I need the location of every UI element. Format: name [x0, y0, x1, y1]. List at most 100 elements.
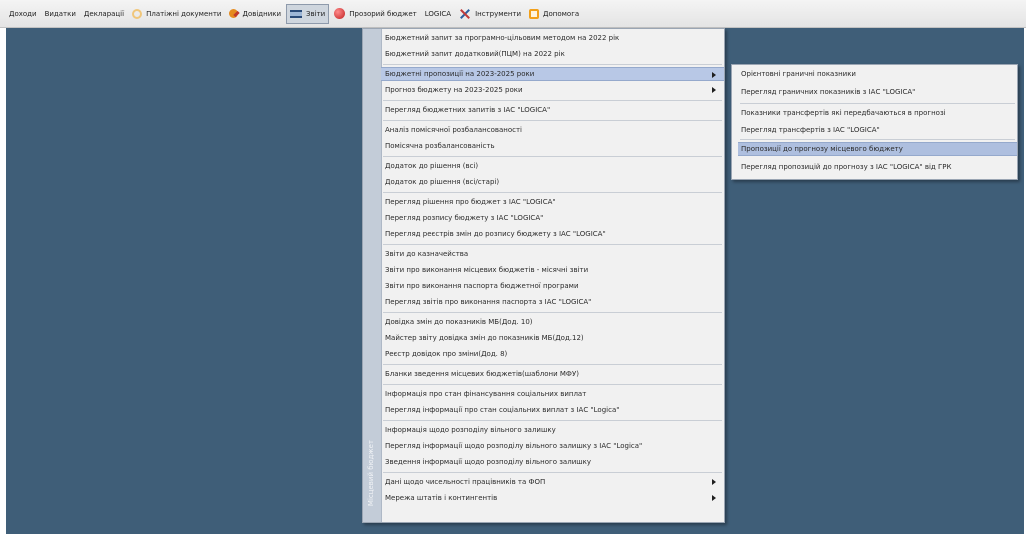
- menu-item-label: Майстер звіту довідка змін до показників…: [385, 334, 584, 342]
- menu-item-label: Звіти про виконання місцевих бюджетів - …: [385, 266, 589, 274]
- menu-item[interactable]: Дані щодо чисельності працівників та ФОП: [381, 475, 724, 489]
- menu-item-label: Перегляд інформації про стан соціальних …: [385, 406, 620, 414]
- menu-separator: [740, 139, 1015, 140]
- menu-item[interactable]: Звіти про виконання паспорта бюджетної п…: [381, 279, 724, 293]
- tools-icon: [459, 8, 471, 20]
- menu-item[interactable]: Реєстр довідок про зміни(Дод. 8): [381, 347, 724, 361]
- menu-expenses-label: Видатки: [44, 9, 76, 18]
- menu-tools[interactable]: Інструменти: [456, 4, 524, 24]
- menu-directories-label: Довідники: [242, 9, 282, 18]
- menu-item[interactable]: Помісячна розбалансованість: [381, 139, 724, 153]
- menu-separator: [383, 364, 722, 365]
- menu-item-label: Інформація щодо розподілу вільного залиш…: [385, 426, 556, 434]
- menu-separator: [383, 100, 722, 101]
- menu-declarations[interactable]: Декларації: [81, 4, 127, 24]
- menu-item[interactable]: Бюджетний запит за програмно-цільовим ме…: [381, 31, 724, 45]
- reports-dropdown-menu: Місцевий бюджет Бюджетний запит за прогр…: [362, 28, 725, 523]
- menu-separator: [383, 120, 722, 121]
- menu-item[interactable]: Додаток до рішення (всі): [381, 159, 724, 173]
- submenu-item-label: Пропозиції до прогнозу місцевого бюджету: [741, 145, 903, 153]
- menu-item[interactable]: Інформація про стан фінансування соціаль…: [381, 387, 724, 401]
- menu-item-budget-proposals[interactable]: Бюджетні пропозиції на 2023-2025 роки: [381, 67, 724, 81]
- menu-logica[interactable]: LOGICA: [422, 4, 454, 24]
- menu-help-label: Допомога: [543, 9, 580, 18]
- submenu-arrow-icon: [712, 72, 716, 78]
- menu-item[interactable]: Довідка змін до показників МБ(Дод. 10): [381, 315, 724, 329]
- submenu-item[interactable]: Перегляд трансфертів з ІАС "LOGICA": [738, 123, 1017, 137]
- menu-bar: Доходи Видатки Декларації Платіжні докум…: [0, 0, 1026, 28]
- menu-item-label: Прогноз бюджету на 2023-2025 роки: [385, 86, 523, 94]
- menu-item[interactable]: Бланки зведення місцевих бюджетів(шаблон…: [381, 367, 724, 381]
- menu-separator: [383, 472, 722, 473]
- menu-item[interactable]: Перегляд бюджетних запитів з ІАС "LOGICA…: [381, 103, 724, 117]
- report-icon: [290, 9, 303, 18]
- menu-separator: [383, 244, 722, 245]
- submenu-item[interactable]: Показники трансфертів які передбачаються…: [738, 106, 1017, 120]
- menu-item-label: Аналіз помісячної розбалансованості: [385, 126, 523, 134]
- menu-payment-docs[interactable]: Платіжні документи: [129, 4, 224, 24]
- menu-item-label: Помісячна розбалансованість: [385, 142, 495, 150]
- menu-item-label: Додаток до рішення (всі/старі): [385, 178, 500, 186]
- menu-help[interactable]: Допомога: [526, 4, 582, 24]
- menu-transparent-budget-label: Прозорий бюджет: [349, 9, 417, 18]
- menu-side-strip-label: Місцевий бюджет: [367, 439, 375, 506]
- submenu-item[interactable]: Орієнтовні граничні показники: [738, 67, 1017, 81]
- menu-item-label: Зведення інформації щодо розподілу вільн…: [385, 458, 592, 466]
- menu-item-label: Реєстр довідок про зміни(Дод. 8): [385, 350, 508, 358]
- menu-item-label: Бюджетний запит додатковий(ПЦМ) на 2022 …: [385, 50, 565, 58]
- submenu-item-label: Перегляд граничних показників з ІАС "LOG…: [741, 88, 916, 96]
- submenu-item-label: Перегляд трансфертів з ІАС "LOGICA": [741, 126, 880, 134]
- menu-logica-label: LOGICA: [424, 9, 452, 18]
- menu-item-label: Бюджетні пропозиції на 2023-2025 роки: [385, 70, 535, 78]
- menu-item[interactable]: Прогноз бюджету на 2023-2025 роки: [381, 83, 724, 97]
- menu-item[interactable]: Звіти про виконання місцевих бюджетів - …: [381, 263, 724, 277]
- menu-item[interactable]: Інформація щодо розподілу вільного залиш…: [381, 423, 724, 437]
- menu-tools-label: Інструменти: [475, 9, 522, 18]
- menu-item[interactable]: Бюджетний запит додатковий(ПЦМ) на 2022 …: [381, 47, 724, 61]
- submenu-item[interactable]: Перегляд пропозицій до прогнозу з ІАС "L…: [738, 160, 1017, 174]
- menu-item-label: Інформація про стан фінансування соціаль…: [385, 390, 587, 398]
- menu-item[interactable]: Звіти до казначейства: [381, 247, 724, 261]
- submenu-arrow-icon: [712, 87, 716, 93]
- menu-item[interactable]: Аналіз помісячної розбалансованості: [381, 123, 724, 137]
- menu-item[interactable]: Перегляд розпису бюджету з ІАС "LOGICA": [381, 211, 724, 225]
- menu-directories[interactable]: Довідники: [226, 4, 284, 24]
- menu-item-label: Перегляд розпису бюджету з ІАС "LOGICA": [385, 214, 544, 222]
- budget-proposals-submenu: Орієнтовні граничні показники Перегляд г…: [731, 64, 1018, 180]
- menu-item-label: Звіти до казначейства: [385, 250, 469, 258]
- menu-item-label: Дані щодо чисельності працівників та ФОП: [385, 478, 546, 486]
- menu-item[interactable]: Перегляд інформації про стан соціальних …: [381, 403, 724, 417]
- menu-item[interactable]: Зведення інформації щодо розподілу вільн…: [381, 455, 724, 469]
- menu-item[interactable]: Мережа штатів і контингентів: [381, 491, 724, 505]
- menu-item[interactable]: Додаток до рішення (всі/старі): [381, 175, 724, 189]
- menu-item[interactable]: Перегляд реєстрів змін до розпису бюджет…: [381, 227, 724, 241]
- menu-separator: [383, 384, 722, 385]
- submenu-item-selected[interactable]: Пропозиції до прогнозу місцевого бюджету: [738, 142, 1017, 156]
- menu-item-label: Перегляд рішення про бюджет з ІАС "LOGIC…: [385, 198, 556, 206]
- menu-item-label: Мережа штатів і контингентів: [385, 494, 498, 502]
- menu-incomes-label: Доходи: [9, 9, 37, 18]
- menu-item[interactable]: Майстер звіту довідка змін до показників…: [381, 331, 724, 345]
- menu-item[interactable]: Перегляд звітів про виконання паспорта з…: [381, 295, 724, 309]
- menu-item-label: Звіти про виконання паспорта бюджетної п…: [385, 282, 579, 290]
- submenu-item-label: Перегляд пропозицій до прогнозу з ІАС "L…: [741, 163, 952, 171]
- menu-incomes[interactable]: Доходи: [6, 4, 40, 24]
- menu-item-label: Перегляд звітів про виконання паспорта з…: [385, 298, 592, 306]
- menu-item[interactable]: Перегляд рішення про бюджет з ІАС "LOGIC…: [381, 195, 724, 209]
- menu-reports[interactable]: Звіти: [286, 3, 330, 24]
- menu-side-strip: Місцевий бюджет: [363, 29, 382, 522]
- menu-item-label: Перегляд реєстрів змін до розпису бюджет…: [385, 230, 606, 238]
- menu-separator: [383, 156, 722, 157]
- menu-reports-label: Звіти: [306, 9, 326, 18]
- menu-separator: [383, 420, 722, 421]
- menu-separator: [383, 312, 722, 313]
- menu-separator: [383, 64, 722, 65]
- menu-transparent-budget[interactable]: Прозорий бюджет: [331, 4, 420, 24]
- submenu-item[interactable]: Перегляд граничних показників з ІАС "LOG…: [738, 85, 1017, 99]
- submenu-arrow-icon: [712, 479, 716, 485]
- menu-item-label: Бланки зведення місцевих бюджетів(шаблон…: [385, 370, 579, 378]
- menu-item-label: Довідка змін до показників МБ(Дод. 10): [385, 318, 533, 326]
- menu-item[interactable]: Перегляд інформації щодо розподілу вільн…: [381, 439, 724, 453]
- menu-declarations-label: Декларації: [83, 9, 125, 18]
- menu-expenses[interactable]: Видатки: [42, 4, 79, 24]
